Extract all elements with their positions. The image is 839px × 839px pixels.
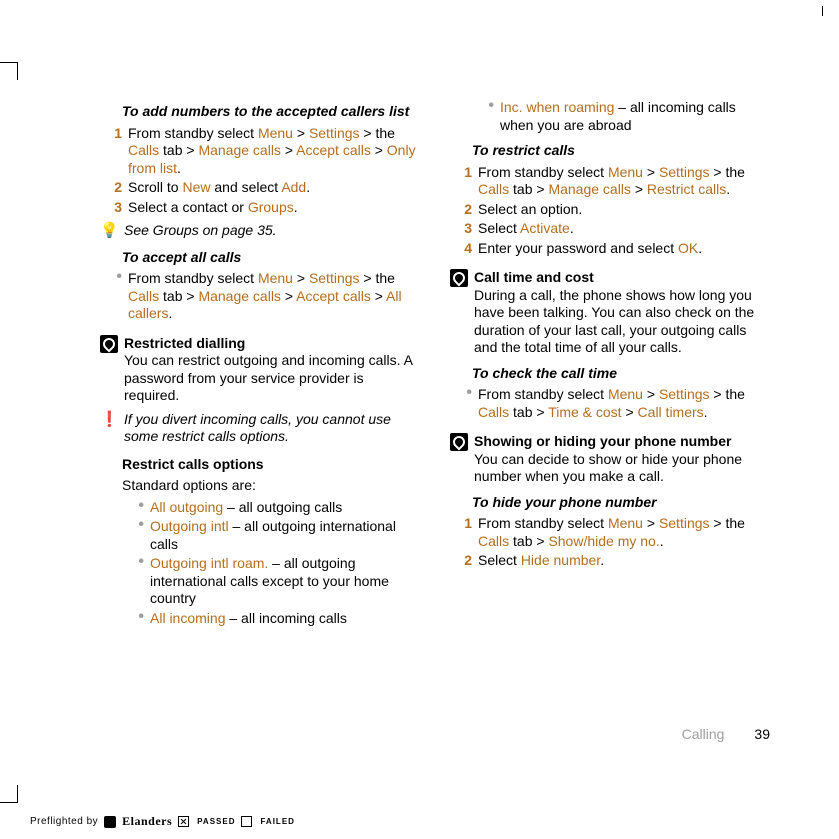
tip-text: See Groups on page 35.: [124, 222, 420, 241]
section-call-time: Call time and cost During a call, the ph…: [450, 269, 770, 357]
heading: To add numbers to the accepted callers l…: [122, 103, 420, 121]
bullet-icon: •: [450, 386, 478, 421]
step-2: 2Select Hide number.: [450, 552, 770, 570]
left-column: To add numbers to the accepted callers l…: [100, 95, 420, 755]
step-1: 1 From standby select Menu > Settings > …: [100, 125, 420, 178]
step-number: 1: [100, 125, 128, 178]
preflight-label: Preflighted by: [30, 816, 98, 827]
step-number: 3: [450, 220, 478, 238]
footer-page: 39: [754, 726, 770, 742]
preflight-stamp: Preflighted by Elanders PASSED FAILED: [30, 814, 295, 829]
checkbox-passed-icon: [178, 816, 189, 827]
step-number: 3: [100, 199, 128, 217]
bullet-icon: •: [122, 555, 150, 608]
tip: 💡 See Groups on page 35.: [100, 222, 420, 241]
step-number: 2: [450, 552, 478, 570]
network-icon: [450, 433, 468, 451]
step-text: From standby select Menu > Settings > th…: [128, 125, 420, 178]
step-4: 4Enter your password and select OK.: [450, 240, 770, 258]
lightbulb-icon: 💡: [100, 222, 118, 241]
step-text: Select Hide number.: [478, 552, 770, 570]
step-text: Select an option.: [478, 201, 770, 219]
heading: To check the call time: [472, 365, 770, 383]
checkbox-failed-icon: [241, 816, 252, 827]
section-body: You can restrict outgoing and incoming c…: [124, 352, 420, 405]
step-number: 4: [450, 240, 478, 258]
network-icon: [100, 335, 118, 353]
step-number: 1: [450, 515, 478, 550]
step-2: 2 Scroll to New and select Add.: [100, 179, 420, 197]
failed-label: FAILED: [260, 817, 294, 826]
section-show-hide: Showing or hiding your phone number You …: [450, 433, 770, 486]
section-body: You can decide to show or hide your phon…: [474, 451, 770, 486]
step-text: From standby select Menu > Settings > th…: [478, 386, 770, 421]
list-item: •Inc. when roaming – all incoming calls …: [472, 99, 770, 134]
list-item: •All outgoing – all outgoing calls: [122, 499, 420, 517]
elanders-logo-icon: [104, 816, 116, 828]
step-number: 2: [450, 201, 478, 219]
list-item: •Outgoing intl – all outgoing internatio…: [122, 518, 420, 553]
bullet-icon: •: [472, 99, 500, 134]
options-list-cont: •Inc. when roaming – all incoming calls …: [472, 99, 770, 134]
bullet-icon: •: [122, 499, 150, 517]
step-text: From standby select Menu > Settings > th…: [478, 515, 770, 550]
subheading: Restrict calls options: [122, 456, 420, 474]
step-1: 1From standby select Menu > Settings > t…: [450, 164, 770, 199]
bullet-icon: •: [122, 610, 150, 628]
list-item: •All incoming – all incoming calls: [122, 610, 420, 628]
step-2: 2Select an option.: [450, 201, 770, 219]
body-text: Standard options are:: [122, 477, 420, 495]
crop-mark: [0, 62, 18, 63]
step-text: From standby select Menu > Settings > th…: [128, 270, 420, 323]
warning: ❗ If you divert incoming calls, you cann…: [100, 411, 420, 446]
heading: To accept all calls: [122, 249, 420, 267]
heading: To restrict calls: [472, 142, 770, 160]
step-1: 1From standby select Menu > Settings > t…: [450, 515, 770, 550]
passed-label: PASSED: [197, 817, 235, 826]
footer-section: Calling: [682, 726, 725, 742]
crop-mark: [17, 62, 18, 80]
heading: To hide your phone number: [472, 494, 770, 512]
crop-mark: [17, 785, 18, 803]
step-3: 3Select Activate.: [450, 220, 770, 238]
options-list: •All outgoing – all outgoing calls •Outg…: [122, 499, 420, 628]
section-restricted-dialling: Restricted dialling You can restrict out…: [100, 335, 420, 405]
right-column: •Inc. when roaming – all incoming calls …: [450, 95, 770, 755]
step-text: From standby select Menu > Settings > th…: [478, 164, 770, 199]
tip-text: If you divert incoming calls, you cannot…: [124, 411, 420, 446]
step-text: Enter your password and select OK.: [478, 240, 770, 258]
bullet-icon: •: [100, 270, 128, 323]
crop-mark: [0, 802, 18, 803]
page-footer: Calling 39: [682, 726, 770, 744]
section-title: Restricted dialling: [124, 335, 420, 353]
bullet-step: •From standby select Menu > Settings > t…: [450, 386, 770, 421]
step-text: Select Activate.: [478, 220, 770, 238]
step-number: 1: [450, 164, 478, 199]
exclamation-icon: ❗: [100, 411, 118, 446]
bullet-icon: •: [122, 518, 150, 553]
page-content: To add numbers to the accepted callers l…: [100, 95, 770, 755]
elanders-brand: Elanders: [122, 814, 172, 829]
step-text: Select a contact or Groups.: [128, 199, 420, 217]
step-number: 2: [100, 179, 128, 197]
bullet-step: • From standby select Menu > Settings > …: [100, 270, 420, 323]
step-3: 3 Select a contact or Groups.: [100, 199, 420, 217]
crop-mark: [822, 6, 823, 16]
network-icon: [450, 269, 468, 287]
list-item: •Outgoing intl roam. – all outgoing inte…: [122, 555, 420, 608]
section-title: Showing or hiding your phone number: [474, 433, 770, 451]
section-body: During a call, the phone shows how long …: [474, 287, 770, 357]
step-text: Scroll to New and select Add.: [128, 179, 420, 197]
section-title: Call time and cost: [474, 269, 770, 287]
